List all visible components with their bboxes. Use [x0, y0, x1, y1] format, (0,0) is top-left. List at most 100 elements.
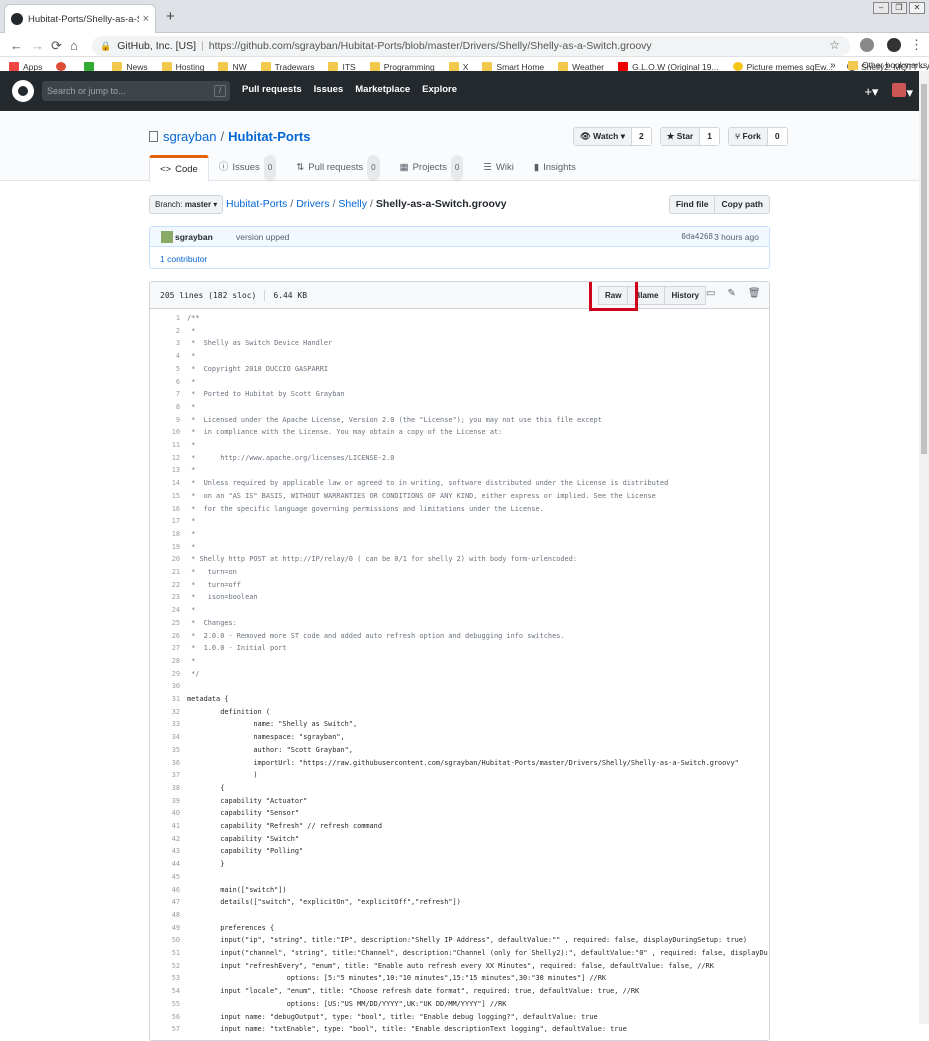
line-number[interactable]: 25: [150, 617, 180, 630]
bookmark-programming[interactable]: Programming: [369, 62, 435, 72]
commit-author[interactable]: sgrayban: [175, 232, 213, 242]
line-number[interactable]: 57: [150, 1023, 180, 1036]
line-number[interactable]: 14: [150, 477, 180, 490]
page-scrollbar[interactable]: [919, 71, 929, 1024]
line-number[interactable]: 40: [150, 807, 180, 820]
line-number[interactable]: 42: [150, 833, 180, 846]
watch-count[interactable]: 2: [631, 128, 651, 145]
scrollbar-thumb[interactable]: [921, 84, 927, 454]
line-number[interactable]: 6: [150, 376, 180, 389]
line-number[interactable]: 28: [150, 655, 180, 668]
bookmark-glow[interactable]: G.L.O.W (Original 19...: [618, 62, 719, 72]
line-number[interactable]: 52: [150, 960, 180, 973]
home-icon[interactable]: ⌂: [70, 38, 78, 53]
line-number[interactable]: 10: [150, 426, 180, 439]
star-count[interactable]: 1: [700, 128, 719, 145]
tab-close-icon[interactable]: ×: [143, 13, 149, 25]
tab-pull-requests[interactable]: ⇅ Pull requests 0: [286, 155, 389, 181]
fork-count[interactable]: 0: [767, 128, 787, 145]
desktop-icon[interactable]: ▭: [706, 288, 715, 299]
line-number[interactable]: 20: [150, 553, 180, 566]
line-number[interactable]: 31: [150, 693, 180, 706]
commit-message[interactable]: version upped: [236, 232, 289, 242]
line-number[interactable]: 38: [150, 782, 180, 795]
bookmark-tradewars[interactable]: Tradewars: [260, 62, 314, 72]
commit-sha[interactable]: 0da4268: [681, 232, 713, 241]
restore-button[interactable]: ❐: [891, 2, 907, 14]
other-bookmarks[interactable]: Other bookmarks: [848, 60, 927, 70]
contributors-link[interactable]: 1 contributor: [160, 254, 207, 264]
bookmark-star-icon[interactable]: ☆: [829, 38, 840, 52]
bookmark-apps[interactable]: Apps: [9, 62, 42, 72]
line-number[interactable]: 54: [150, 985, 180, 998]
line-number[interactable]: 43: [150, 845, 180, 858]
line-number[interactable]: 44: [150, 858, 180, 871]
bookmark-picture-memes[interactable]: Picture memes sqEw...: [732, 62, 833, 72]
bookmark-google-plus[interactable]: [56, 62, 70, 71]
line-number[interactable]: 30: [150, 680, 180, 693]
line-number[interactable]: 45: [150, 871, 180, 884]
line-number[interactable]: 47: [150, 896, 180, 909]
avatar[interactable]: [161, 231, 173, 243]
repo-name-link[interactable]: Hubitat-Ports: [228, 129, 310, 144]
tab-wiki[interactable]: ☰ Wiki: [473, 155, 523, 181]
line-number[interactable]: 56: [150, 1011, 180, 1024]
nav-explore[interactable]: Explore: [422, 84, 457, 95]
line-number[interactable]: 51: [150, 947, 180, 960]
minimize-button[interactable]: –: [873, 2, 889, 14]
history-button[interactable]: History: [665, 286, 707, 305]
tab-projects[interactable]: ▦ Projects 0: [390, 155, 474, 181]
line-number[interactable]: 22: [150, 579, 180, 592]
line-number[interactable]: 33: [150, 718, 180, 731]
line-number[interactable]: 46: [150, 884, 180, 897]
create-new-plus-icon[interactable]: +▾: [864, 84, 878, 100]
line-number[interactable]: 11: [150, 439, 180, 452]
line-number[interactable]: 1: [150, 312, 180, 325]
breadcrumb-drivers[interactable]: Drivers: [296, 198, 329, 210]
breadcrumb-repo[interactable]: Hubitat-Ports: [226, 198, 287, 210]
bookmark-b[interactable]: [84, 62, 98, 71]
branch-selector[interactable]: Branch: master ▾: [149, 195, 224, 214]
line-number[interactable]: 8: [150, 401, 180, 414]
line-number[interactable]: 7: [150, 388, 180, 401]
fork-button[interactable]: ⑂ Fork: [728, 128, 768, 145]
line-number[interactable]: 27: [150, 642, 180, 655]
tab-insights[interactable]: ▮ Insights: [524, 155, 586, 181]
trash-icon[interactable]: 🗑: [748, 288, 761, 299]
copy-path-button[interactable]: Copy path: [715, 195, 770, 214]
pencil-icon[interactable]: ✎: [727, 288, 735, 299]
breadcrumb-shelly[interactable]: Shelly: [338, 198, 367, 210]
line-number[interactable]: 26: [150, 630, 180, 643]
line-number[interactable]: 48: [150, 909, 180, 922]
line-number[interactable]: 19: [150, 541, 180, 554]
new-tab-button[interactable]: +: [166, 8, 175, 25]
reload-icon[interactable]: ⟳: [51, 38, 62, 54]
bookmark-x[interactable]: X: [448, 62, 468, 72]
bookmark-smart-home[interactable]: Smart Home: [482, 62, 544, 72]
nav-marketplace[interactable]: Marketplace: [355, 84, 410, 95]
line-number[interactable]: 35: [150, 744, 180, 757]
line-number[interactable]: 5: [150, 363, 180, 376]
tab-code[interactable]: <> Code: [149, 155, 209, 182]
watch-button[interactable]: 👁 Watch ▾: [574, 128, 632, 145]
line-number[interactable]: 16: [150, 503, 180, 516]
line-number[interactable]: 23: [150, 591, 180, 604]
profile-icon[interactable]: [887, 38, 901, 52]
line-number[interactable]: 18: [150, 528, 180, 541]
line-number[interactable]: 32: [150, 706, 180, 719]
omnibox[interactable]: 🔒 GitHub, Inc. [US] | https://github.com…: [92, 36, 850, 56]
line-number[interactable]: 9: [150, 414, 180, 427]
bookmark-nw[interactable]: NW: [218, 62, 247, 72]
line-number[interactable]: 4: [150, 350, 180, 363]
bookmarks-overflow-button[interactable]: »: [830, 60, 836, 71]
star-button[interactable]: ★ Star: [660, 128, 701, 145]
line-number[interactable]: 55: [150, 998, 180, 1011]
tab-issues[interactable]: ⓘ Issues 0: [209, 155, 286, 181]
extension-icon[interactable]: [860, 38, 874, 52]
menu-dots-icon[interactable]: ⋮: [910, 37, 923, 53]
line-number[interactable]: 49: [150, 922, 180, 935]
line-number[interactable]: 15: [150, 490, 180, 503]
nav-pull-requests[interactable]: Pull requests: [242, 84, 302, 95]
line-number[interactable]: 24: [150, 604, 180, 617]
bookmark-hosting[interactable]: Hosting: [161, 62, 204, 72]
